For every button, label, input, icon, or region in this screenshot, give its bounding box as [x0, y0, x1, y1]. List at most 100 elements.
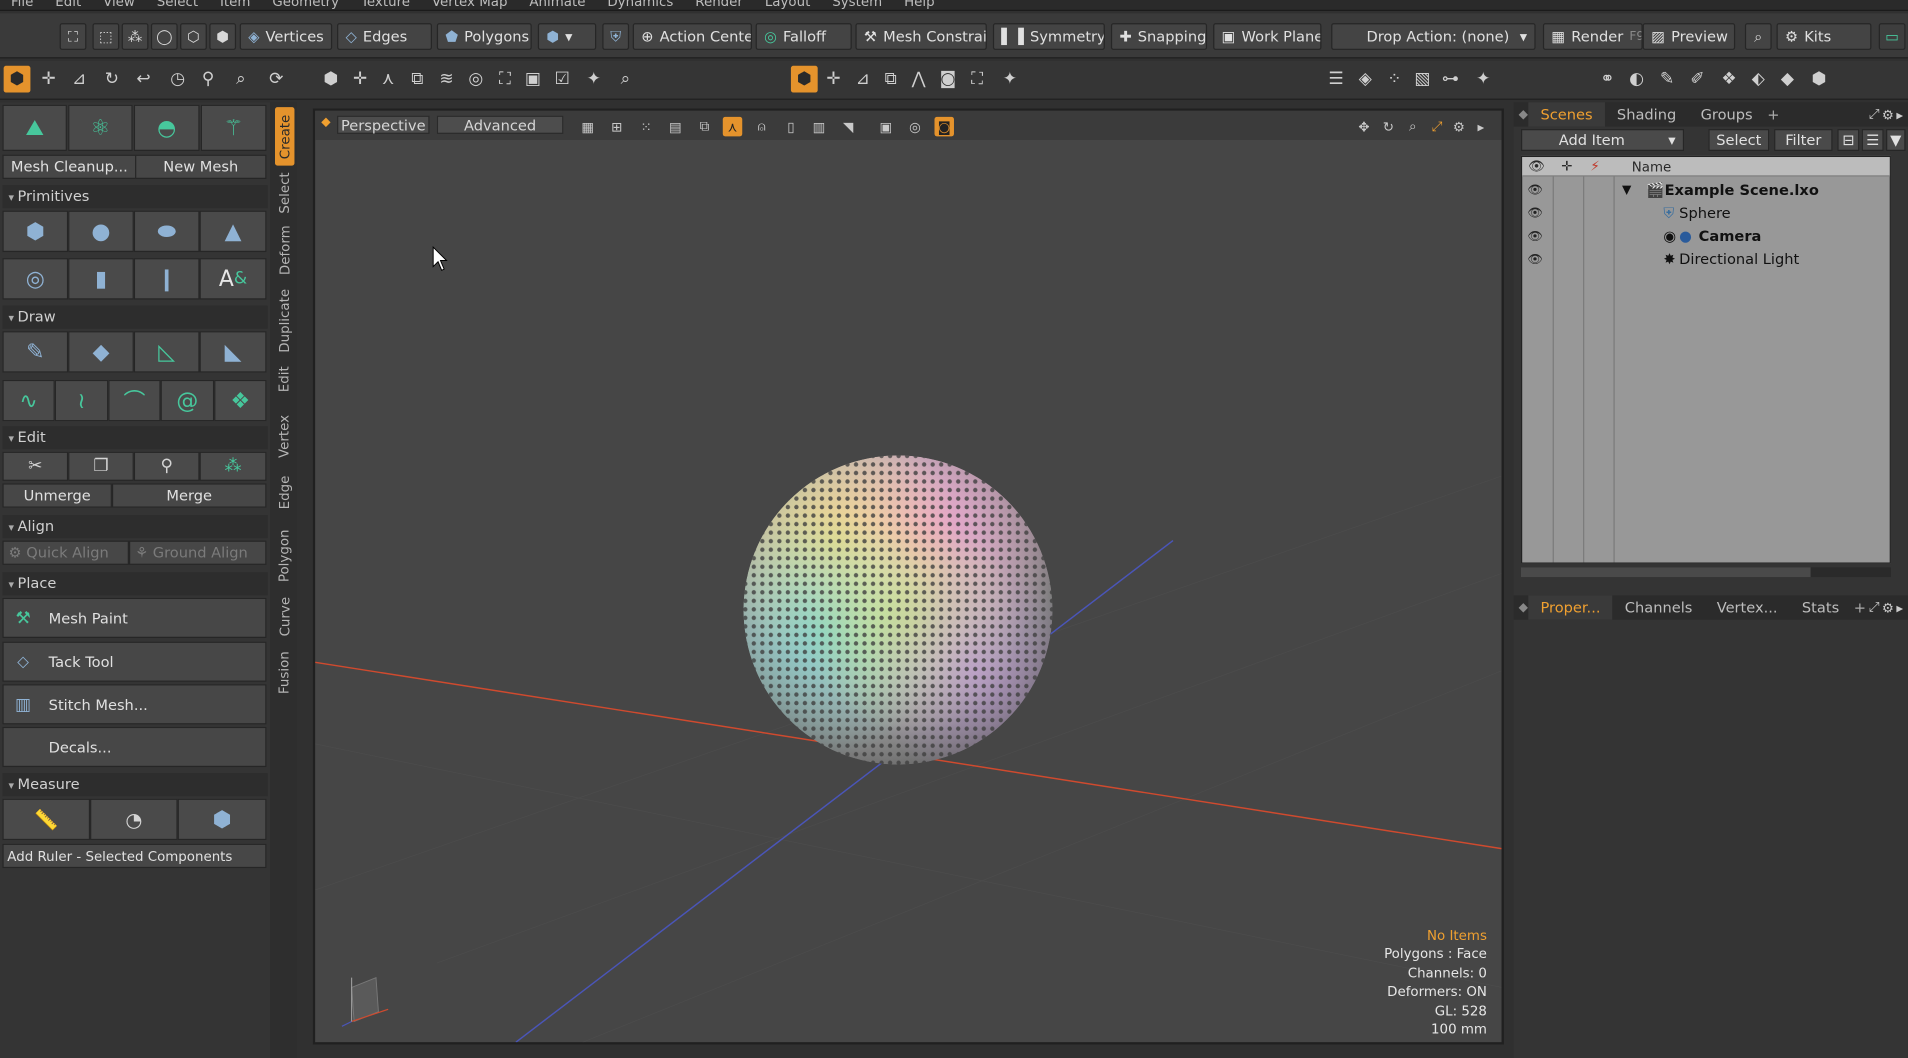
- menu-select[interactable]: Select: [146, 0, 209, 10]
- section-align[interactable]: Align: [2, 515, 268, 539]
- curve-2-icon[interactable]: ≀: [54, 379, 109, 422]
- sphere-mesh[interactable]: [741, 452, 1057, 769]
- stitch-mesh-button[interactable]: ▥ Stitch Mesh...: [2, 684, 267, 725]
- tab-deform[interactable]: Deform: [275, 222, 294, 278]
- clock-icon[interactable]: ◷: [164, 66, 191, 93]
- text-tool-icon[interactable]: A &: [199, 258, 267, 300]
- tree-row-scene[interactable]: 👁 ▼ 🎬 Example Scene.lxo: [1522, 179, 1889, 201]
- kits-button[interactable]: ⚙ Kits: [1776, 23, 1872, 50]
- advanced-button[interactable]: Advanced: [436, 115, 564, 134]
- green-check-icon[interactable]: ☑: [549, 66, 576, 93]
- select-through-icon[interactable]: ⁂: [121, 23, 149, 50]
- section-place[interactable]: Place: [2, 572, 268, 596]
- gear-icon[interactable]: ⚙: [1882, 107, 1896, 123]
- tab-stats[interactable]: Stats: [1790, 595, 1852, 619]
- merge-nodes-icon[interactable]: ⁂: [199, 451, 267, 481]
- scissors-icon[interactable]: ✂: [2, 451, 69, 481]
- image-icon[interactable]: ▧: [1409, 66, 1436, 93]
- viewport-frame-icon[interactable]: ⧉: [877, 66, 904, 93]
- maximize-icon[interactable]: ⤢: [1427, 117, 1446, 136]
- curve-3-icon[interactable]: ⌒: [108, 379, 161, 422]
- pan-icon[interactable]: ✥: [1354, 117, 1373, 136]
- tab-properties[interactable]: Proper...: [1528, 595, 1613, 620]
- green-stack-icon[interactable]: ≋: [433, 66, 460, 93]
- tab-fusion[interactable]: Fusion: [275, 648, 294, 697]
- green-chart-icon[interactable]: ⋏: [375, 66, 402, 93]
- preview-button[interactable]: ▨ Preview: [1642, 23, 1736, 50]
- gear-icon[interactable]: ⚙: [1882, 600, 1896, 616]
- menu-edit[interactable]: Edit: [44, 0, 92, 10]
- spheres-icon[interactable]: ⚭: [1594, 66, 1621, 93]
- pivot-icon[interactable]: ⬢: [209, 23, 237, 50]
- eraser-icon[interactable]: ◆: [1774, 66, 1801, 93]
- add-ruler-button[interactable]: Add Ruler - Selected Components: [2, 843, 267, 869]
- list-view-icon[interactable]: ☰: [1861, 129, 1884, 151]
- shader-icon[interactable]: ◐: [1623, 66, 1650, 93]
- measure-box-icon[interactable]: ⬢: [177, 798, 267, 841]
- tree-row-sphere[interactable]: 👁 ⛨ Sphere: [1522, 202, 1889, 224]
- green-grid-icon[interactable]: ▣: [520, 66, 547, 93]
- tab-vertex[interactable]: Vertex: [275, 409, 294, 463]
- merge-button[interactable]: Merge: [111, 483, 267, 508]
- tab-channels[interactable]: Channels: [1613, 595, 1705, 619]
- menu-texture[interactable]: Texture: [350, 0, 421, 10]
- tack-tool-button[interactable]: ⬦ Tack Tool: [2, 641, 267, 682]
- decals-button[interactable]: Decals...: [2, 726, 267, 768]
- polygons-button[interactable]: ⬟ Polygons: [436, 23, 532, 50]
- box-icon[interactable]: ⬢: [1806, 66, 1833, 93]
- menu-system[interactable]: System: [821, 0, 893, 10]
- maximize-panel-icon[interactable]: ⤢: [1869, 106, 1882, 123]
- add-item-dropdown[interactable]: Add Item ▾: [1521, 129, 1685, 151]
- schematic-icon[interactable]: ⊶: [1437, 66, 1464, 93]
- filmstrip-icon[interactable]: ▥: [809, 117, 828, 136]
- torus-icon[interactable]: ◎: [2, 258, 69, 300]
- move-icon[interactable]: ✛: [35, 66, 62, 93]
- section-primitives[interactable]: Primitives: [2, 185, 268, 209]
- section-measure[interactable]: Measure: [2, 773, 268, 797]
- fit-icon[interactable]: ⛶: [964, 66, 991, 93]
- tab-edit[interactable]: Edit: [275, 360, 294, 397]
- layers-icon[interactable]: ◈: [1352, 66, 1379, 93]
- surface-icon[interactable]: ❖: [214, 379, 267, 422]
- nodes-icon[interactable]: ⁘: [1381, 66, 1408, 93]
- joint-icon[interactable]: ⋏: [722, 116, 743, 137]
- menu-file[interactable]: File: [0, 0, 44, 10]
- tab-duplicate[interactable]: Duplicate: [275, 285, 294, 356]
- magnify-icon[interactable]: ⌕: [612, 66, 639, 93]
- viewport-move-icon[interactable]: ✛: [820, 66, 847, 93]
- menu-layout[interactable]: Layout: [754, 0, 821, 10]
- green-target-icon[interactable]: ◎: [462, 66, 489, 93]
- drop-action-select[interactable]: Drop Action: (none) ▾: [1331, 23, 1536, 50]
- green-plus-icon[interactable]: ✦: [580, 66, 607, 93]
- ruler-icon[interactable]: 📏: [2, 798, 91, 841]
- transform-icon[interactable]: ⊿: [66, 66, 93, 93]
- tab-create[interactable]: Create: [274, 107, 295, 166]
- eye-icon[interactable]: 👁: [1527, 253, 1542, 266]
- brush-icon[interactable]: ✎: [1654, 66, 1681, 93]
- pen-tool-icon[interactable]: ✎: [2, 331, 69, 373]
- rotate-icon[interactable]: ↻: [99, 66, 126, 93]
- layers-view-icon[interactable]: ⧉: [695, 117, 714, 136]
- tree-row-light[interactable]: 👁 ✸ Directional Light: [1522, 248, 1889, 270]
- eye-icon[interactable]: 👁: [1527, 206, 1542, 219]
- pen-view-icon[interactable]: ◥: [838, 117, 857, 136]
- refresh-icon[interactable]: ⟳: [263, 66, 290, 93]
- ground-align-button[interactable]: ⚘ Ground Align: [128, 540, 267, 565]
- spiral-icon[interactable]: @: [160, 379, 215, 422]
- menu-vertex-map[interactable]: Vertex Map: [421, 0, 518, 10]
- panel-menu-icon[interactable]: ◆: [1514, 601, 1529, 614]
- viewport-graph-icon[interactable]: ⋀: [905, 66, 932, 93]
- mesh-tool-2[interactable]: ⚛: [68, 104, 133, 151]
- tab-curve[interactable]: Curve: [275, 594, 294, 638]
- plane-icon[interactable]: ◆: [68, 331, 134, 373]
- panel-arrow-icon[interactable]: ▸: [1896, 107, 1908, 123]
- tab-select[interactable]: Select: [275, 168, 294, 217]
- work-plane-button[interactable]: ▣ Work Plane: [1213, 23, 1322, 50]
- items-mode-icon[interactable]: ⛶: [59, 23, 87, 50]
- action-center-button[interactable]: ⊕ Action Center: [632, 23, 752, 50]
- copy-icon[interactable]: ❐: [68, 451, 134, 481]
- mesh-tool-4[interactable]: ⚚: [200, 104, 267, 151]
- add-tab-icon[interactable]: +: [1765, 106, 1779, 123]
- eye-icon[interactable]: 👁: [1527, 229, 1542, 242]
- sketch-icon[interactable]: ◣: [199, 331, 267, 373]
